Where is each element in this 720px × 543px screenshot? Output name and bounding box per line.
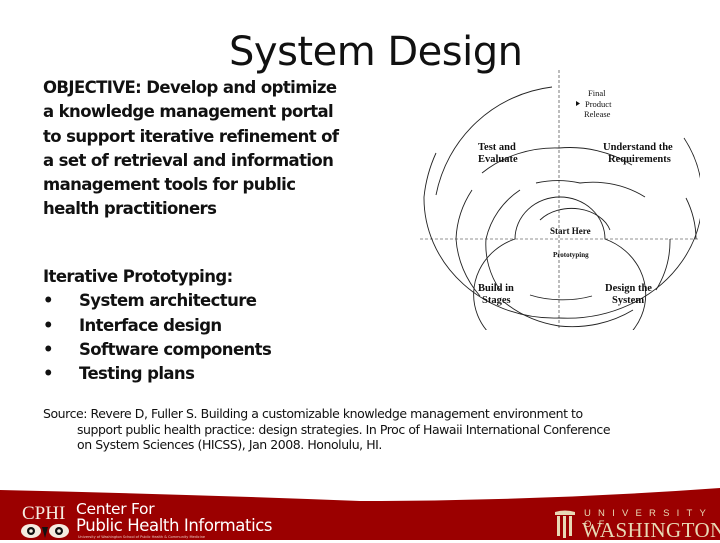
spiral-ring-4 [473,196,647,330]
arrow-icon [576,101,580,106]
diagram-label-stages: Stages [482,295,511,306]
prototyping-section: Iterative Prototyping: • System architect… [43,265,272,386]
spiral-ring-inner [529,294,593,301]
objective-text: OBJECTIVE: Develop and optimize a knowle… [43,78,339,219]
public-health-informatics-text: Public Health Informatics [76,516,273,535]
bullet-icon: • [43,315,54,335]
prototyping-item: • Interface design [43,314,271,338]
bullet-icon: • [43,291,54,311]
prototyping-item: • System architecture [43,289,271,313]
prototyping-item: • Testing plans [43,362,271,386]
cphi-subtitle: University of Washington School of Publi… [78,535,206,539]
spiral-ring-3 [485,189,521,291]
spiral-ring-2 [685,197,697,240]
diagram-label-understand: Understand the [603,142,673,153]
diagram-label-final: Final [588,88,606,98]
diagram-label-requirements: Requirements [608,154,671,165]
diagram-label-start-here: Start Here [550,226,591,236]
diagram-label-build: Build in [478,283,514,294]
bullet-icon: • [43,339,54,359]
prototyping-item: • Software components [43,338,272,362]
diagram-label-design: Design the [605,283,652,294]
diagram-label-prototyping: Prototyping [553,251,589,259]
diagram-label-system: System [612,295,644,306]
spiral-ring-3 [535,180,646,198]
diagram-label-test: Test and [478,142,516,153]
bullet-icon: • [43,364,54,384]
prototyping-list: • System architecture • Interface design •… [43,289,272,386]
slide-title: System Design [229,29,523,75]
prototyping-heading: Iterative Prototyping: [43,267,233,286]
spiral-development-diagram: Final Product Release Test and Evaluate … [420,70,700,330]
uw-washington-text: WASHINGTON [582,518,720,542]
diagram-label-product: Product [585,99,612,109]
uw-column-logo-icon [555,510,575,538]
cphi-butterfly-logo-icon [21,524,69,538]
spiral-ring-outer [435,86,553,196]
diagram-label-evaluate: Evaluate [478,154,518,165]
diagram-label-release: Release [584,109,611,119]
source-citation: Source: Revere D, Fuller S. Building a c… [43,406,611,452]
